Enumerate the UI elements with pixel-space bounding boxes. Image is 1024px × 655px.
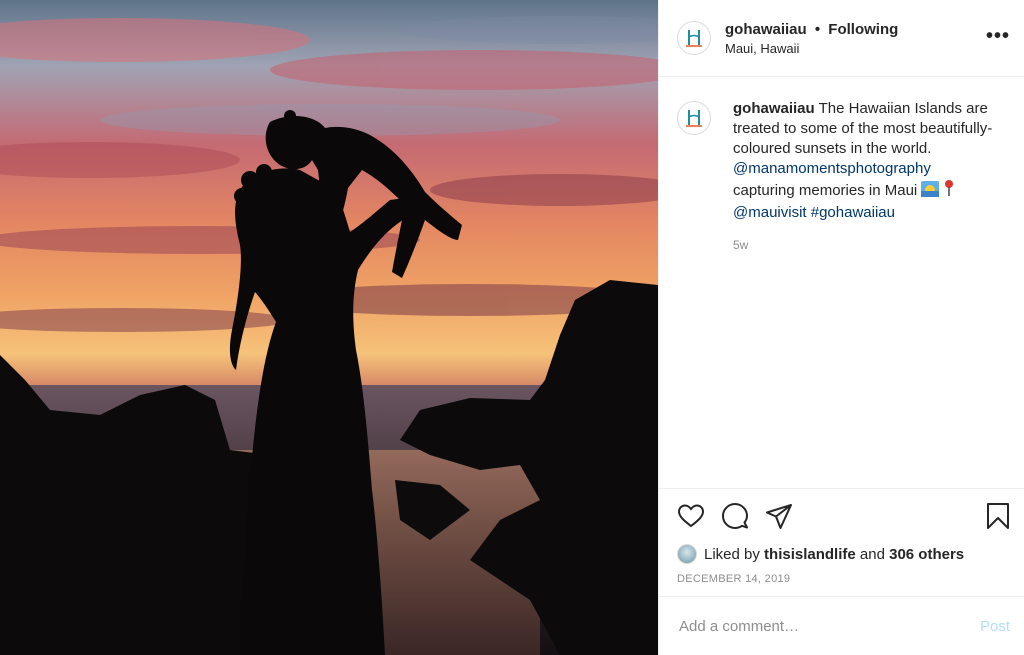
caption-avatar[interactable] (677, 101, 711, 135)
instagram-post: gohawaiiau • Following Maui, Hawaii ••• (0, 0, 1024, 655)
post-side-panel: gohawaiiau • Following Maui, Hawaii ••• (658, 0, 1024, 655)
post-header: gohawaiiau • Following Maui, Hawaii ••• (659, 0, 1024, 77)
post-date[interactable]: DECEMBER 14, 2019 (659, 565, 1024, 597)
share-icon[interactable] (765, 502, 793, 530)
likes-summary: Liked by thisislandlife and 306 others (659, 543, 1024, 565)
add-comment-form: Post (659, 597, 1024, 655)
caption-body: gohawaiiau The Hawaiian Islands are trea… (733, 99, 995, 255)
action-bar (659, 489, 1024, 543)
mention-visit-link[interactable]: @mauivisit (733, 204, 807, 221)
profile-avatar[interactable] (677, 21, 711, 55)
sunset-silhouette-image (0, 16, 658, 655)
hashtag-link[interactable]: #gohawaiiau (811, 204, 895, 221)
comments-area: gohawaiiau The Hawaiian Islands are trea… (659, 77, 1024, 489)
caption-text-2: capturing memories in Maui (733, 182, 918, 199)
gohawaii-logo-icon (686, 30, 702, 47)
post-comment-button[interactable]: Post (980, 618, 1010, 635)
likes-conjunction: and (859, 545, 885, 563)
post-location[interactable]: Maui, Hawaii (725, 41, 898, 56)
post-photo[interactable] (0, 0, 658, 655)
pin-emoji-icon (944, 179, 954, 203)
header-username[interactable]: gohawaiiau (725, 21, 807, 38)
likes-others-link[interactable]: 306 others (889, 546, 964, 563)
header-meta: gohawaiiau • Following Maui, Hawaii (725, 21, 898, 56)
more-options-button[interactable]: ••• (986, 26, 1010, 46)
mention-photographer-link[interactable]: @manamomentsphotography (733, 160, 931, 177)
caption: gohawaiiau The Hawaiian Islands are trea… (677, 99, 1008, 255)
header-user-row: gohawaiiau • Following (725, 21, 898, 38)
heart-icon[interactable] (677, 502, 705, 530)
comment-input[interactable] (677, 616, 980, 636)
header-separator: • (814, 20, 821, 38)
bookmark-icon[interactable] (984, 502, 1012, 530)
comment-icon[interactable] (721, 502, 749, 530)
caption-time[interactable]: 5w (733, 235, 995, 255)
liker-username[interactable]: thisislandlife (764, 546, 856, 563)
gohawaii-logo-icon (686, 110, 702, 127)
liker-avatar[interactable] (677, 544, 697, 564)
caption-username[interactable]: gohawaiiau (733, 100, 815, 117)
sunset-emoji-icon (921, 181, 940, 203)
following-button[interactable]: Following (828, 21, 898, 38)
likes-prefix: Liked by (704, 545, 760, 563)
